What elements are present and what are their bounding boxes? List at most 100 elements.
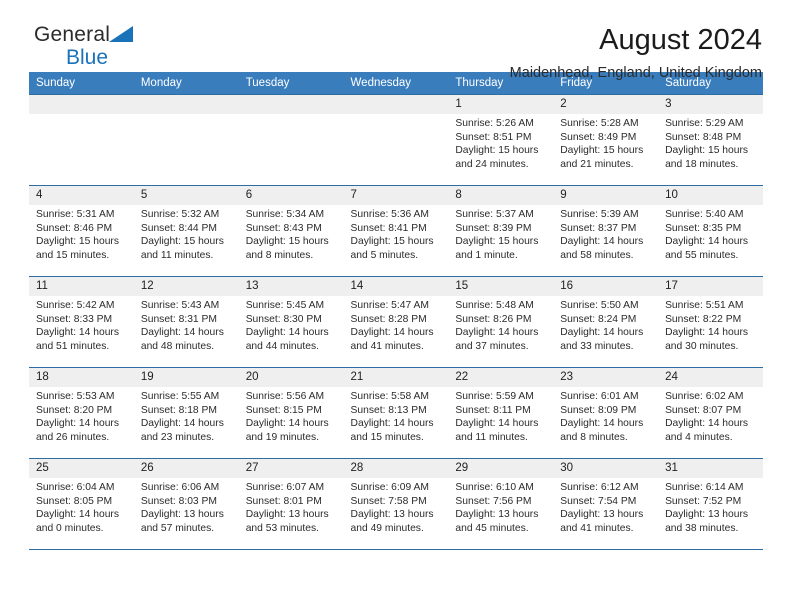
calendar-day-cell[interactable]: 14 Sunrise: 5:47 AM Sunset: 8:28 PM Dayligh… (343, 276, 449, 368)
calendar-day-cell[interactable]: 22 Sunrise: 5:59 AM Sunset: 8:11 PM Dayligh… (448, 367, 554, 459)
calendar-day-cell[interactable]: 23 Sunrise: 6:01 AM Sunset: 8:09 PM Dayligh… (553, 367, 659, 459)
calendar-day-cell[interactable]: 1 Sunrise: 5:26 AM Sunset: 8:51 PM Daylight… (448, 94, 554, 186)
calendar-day-cell[interactable]: 20 Sunrise: 5:56 AM Sunset: 8:15 PM Dayligh… (238, 367, 344, 459)
day-daylight-text: Daylight: 13 hours and 41 minutes. (560, 509, 644, 534)
calendar-day-cell-empty (29, 94, 134, 186)
day-sunrise-text: Sunrise: 5:43 AM (140, 300, 220, 311)
calendar-day-cell[interactable]: 25 Sunrise: 6:04 AM Sunset: 8:05 PM Dayligh… (29, 458, 134, 549)
day-number: 11 (29, 277, 134, 296)
day-sun-info: Sunrise: 5:50 AM Sunset: 8:24 PM Daylight:… (553, 296, 658, 353)
calendar-body: 1 Sunrise: 5:26 AM Sunset: 8:51 PM Daylight… (29, 94, 763, 549)
day-sunrise-text: Sunrise: 5:31 AM (36, 209, 115, 220)
calendar-day-cell[interactable]: 29 Sunrise: 6:10 AM Sunset: 7:56 PM Dayligh… (448, 458, 554, 549)
day-sunset-text: Sunset: 7:52 PM (665, 495, 742, 507)
day-sun-info: Sunrise: 5:59 AM Sunset: 8:11 PM Daylight:… (448, 387, 553, 444)
day-sunset-text: Sunset: 7:58 PM (350, 495, 427, 507)
day-sunrise-text: Sunrise: 6:06 AM (140, 482, 220, 493)
day-number (133, 95, 239, 114)
calendar-day-cell[interactable]: 21 Sunrise: 5:58 AM Sunset: 8:13 PM Dayligh… (343, 367, 449, 459)
day-daylight-text: Daylight: 14 hours and 41 minutes. (350, 327, 434, 352)
day-sunrise-text: Sunrise: 5:39 AM (560, 209, 639, 220)
calendar-day-cell[interactable]: 27 Sunrise: 6:07 AM Sunset: 8:01 PM Dayligh… (238, 458, 344, 549)
calendar-day-cell[interactable]: 24 Sunrise: 6:02 AM Sunset: 8:07 PM Dayligh… (658, 367, 763, 459)
day-sunset-text: Sunset: 8:28 PM (350, 313, 427, 325)
calendar-day-cell[interactable]: 4 Sunrise: 5:31 AM Sunset: 8:46 PM Daylight… (29, 185, 134, 277)
day-sunset-text: Sunset: 8:49 PM (560, 131, 637, 143)
day-sun-info: Sunrise: 5:58 AM Sunset: 8:13 PM Daylight:… (344, 387, 449, 444)
calendar-day-cell[interactable]: 16 Sunrise: 5:50 AM Sunset: 8:24 PM Dayligh… (553, 276, 659, 368)
calendar-day-cell-empty (133, 94, 239, 186)
day-daylight-text: Daylight: 15 hours and 18 minutes. (665, 145, 749, 170)
day-sunrise-text: Sunrise: 6:01 AM (560, 391, 639, 402)
day-sun-info: Sunrise: 6:02 AM Sunset: 8:07 PM Daylight:… (658, 387, 763, 444)
day-number: 27 (238, 459, 344, 478)
day-sun-info: Sunrise: 6:07 AM Sunset: 8:01 PM Daylight:… (239, 478, 344, 535)
day-sunset-text: Sunset: 8:31 PM (140, 313, 217, 325)
day-sunset-text: Sunset: 8:43 PM (245, 222, 322, 234)
calendar-day-cell[interactable]: 10 Sunrise: 5:40 AM Sunset: 8:35 PM Dayligh… (658, 185, 763, 277)
calendar-day-cell[interactable]: 13 Sunrise: 5:45 AM Sunset: 8:30 PM Dayligh… (238, 276, 344, 368)
day-sunrise-text: Sunrise: 5:37 AM (455, 209, 534, 220)
calendar-day-cell[interactable]: 5 Sunrise: 5:32 AM Sunset: 8:44 PM Daylight… (133, 185, 239, 277)
weekday-header-sunday: Sunday (29, 72, 134, 95)
day-number: 25 (29, 459, 134, 478)
day-sun-info: Sunrise: 6:06 AM Sunset: 8:03 PM Daylight:… (134, 478, 239, 535)
day-sun-info: Sunrise: 6:01 AM Sunset: 8:09 PM Daylight:… (553, 387, 658, 444)
calendar-day-cell-empty (343, 94, 449, 186)
day-sunrise-text: Sunrise: 5:34 AM (245, 209, 325, 220)
day-number: 24 (658, 368, 763, 387)
day-sunset-text: Sunset: 8:22 PM (665, 313, 742, 325)
calendar-day-cell[interactable]: 12 Sunrise: 5:43 AM Sunset: 8:31 PM Dayligh… (133, 276, 239, 368)
day-sunset-text: Sunset: 8:07 PM (665, 404, 742, 416)
day-number: 23 (553, 368, 659, 387)
day-daylight-text: Daylight: 14 hours and 33 minutes. (560, 327, 644, 352)
day-sunset-text: Sunset: 8:33 PM (36, 313, 113, 325)
day-daylight-text: Daylight: 14 hours and 55 minutes. (665, 236, 749, 261)
day-number: 9 (553, 186, 659, 205)
day-sun-info: Sunrise: 5:51 AM Sunset: 8:22 PM Daylight:… (658, 296, 763, 353)
day-daylight-text: Daylight: 15 hours and 11 minutes. (140, 236, 224, 261)
calendar-day-cell[interactable]: 26 Sunrise: 6:06 AM Sunset: 8:03 PM Dayligh… (133, 458, 239, 549)
day-sun-info: Sunrise: 5:28 AM Sunset: 8:49 PM Daylight:… (553, 114, 658, 171)
day-sunset-text: Sunset: 8:09 PM (560, 404, 637, 416)
calendar-day-cell[interactable]: 6 Sunrise: 5:34 AM Sunset: 8:43 PM Daylight… (238, 185, 344, 277)
calendar-day-cell[interactable]: 28 Sunrise: 6:09 AM Sunset: 7:58 PM Dayligh… (343, 458, 449, 549)
day-sunset-text: Sunset: 7:54 PM (560, 495, 637, 507)
calendar-day-cell[interactable]: 15 Sunrise: 5:48 AM Sunset: 8:26 PM Dayligh… (448, 276, 554, 368)
day-sun-info: Sunrise: 5:32 AM Sunset: 8:44 PM Daylight:… (134, 205, 239, 262)
calendar-day-cell[interactable]: 3 Sunrise: 5:29 AM Sunset: 8:48 PM Daylight… (658, 94, 763, 186)
day-sun-info: Sunrise: 5:34 AM Sunset: 8:43 PM Daylight:… (239, 205, 344, 262)
calendar-day-cell[interactable]: 11 Sunrise: 5:42 AM Sunset: 8:33 PM Dayligh… (29, 276, 134, 368)
day-number: 22 (448, 368, 554, 387)
day-sunrise-text: Sunrise: 5:58 AM (350, 391, 429, 402)
calendar-day-cell[interactable]: 2 Sunrise: 5:28 AM Sunset: 8:49 PM Daylight… (553, 94, 659, 186)
calendar-day-cell[interactable]: 19 Sunrise: 5:55 AM Sunset: 8:18 PM Dayligh… (133, 367, 239, 459)
day-sun-info: Sunrise: 5:31 AM Sunset: 8:46 PM Daylight:… (29, 205, 134, 262)
day-sun-info: Sunrise: 5:42 AM Sunset: 8:33 PM Daylight:… (29, 296, 134, 353)
general-blue-logo[interactable]: General Blue (29, 24, 134, 68)
calendar-day-cell[interactable]: 8 Sunrise: 5:37 AM Sunset: 8:39 PM Daylight… (448, 185, 554, 277)
day-daylight-text: Daylight: 14 hours and 4 minutes. (665, 418, 749, 443)
day-sunset-text: Sunset: 8:01 PM (245, 495, 322, 507)
calendar-day-cell[interactable]: 17 Sunrise: 5:51 AM Sunset: 8:22 PM Dayligh… (658, 276, 763, 368)
day-daylight-text: Daylight: 15 hours and 15 minutes. (36, 236, 119, 261)
day-sunrise-text: Sunrise: 5:26 AM (455, 118, 534, 129)
day-sunrise-text: Sunrise: 5:45 AM (245, 300, 325, 311)
day-sunrise-text: Sunrise: 6:09 AM (350, 482, 429, 493)
day-sun-info: Sunrise: 5:55 AM Sunset: 8:18 PM Daylight:… (134, 387, 239, 444)
day-number (29, 95, 134, 114)
calendar-day-cell[interactable]: 9 Sunrise: 5:39 AM Sunset: 8:37 PM Daylight… (553, 185, 659, 277)
calendar-day-cell[interactable]: 18 Sunrise: 5:53 AM Sunset: 8:20 PM Dayligh… (29, 367, 134, 459)
day-daylight-text: Daylight: 14 hours and 26 minutes. (36, 418, 119, 443)
day-sunrise-text: Sunrise: 6:14 AM (665, 482, 744, 493)
day-daylight-text: Daylight: 14 hours and 0 minutes. (36, 509, 119, 534)
day-sun-info: Sunrise: 5:39 AM Sunset: 8:37 PM Daylight:… (553, 205, 658, 262)
calendar-day-cell[interactable]: 7 Sunrise: 5:36 AM Sunset: 8:41 PM Daylight… (343, 185, 449, 277)
day-sun-info: Sunrise: 6:14 AM Sunset: 7:52 PM Daylight:… (658, 478, 763, 535)
calendar-day-cell[interactable]: 30 Sunrise: 6:12 AM Sunset: 7:54 PM Dayligh… (553, 458, 659, 549)
day-sunset-text: Sunset: 8:46 PM (36, 222, 113, 234)
day-sunrise-text: Sunrise: 6:10 AM (455, 482, 534, 493)
calendar-day-cell[interactable]: 31 Sunrise: 6:14 AM Sunset: 7:52 PM Dayligh… (658, 458, 763, 549)
day-number: 3 (658, 95, 763, 114)
day-daylight-text: Daylight: 14 hours and 23 minutes. (140, 418, 224, 443)
